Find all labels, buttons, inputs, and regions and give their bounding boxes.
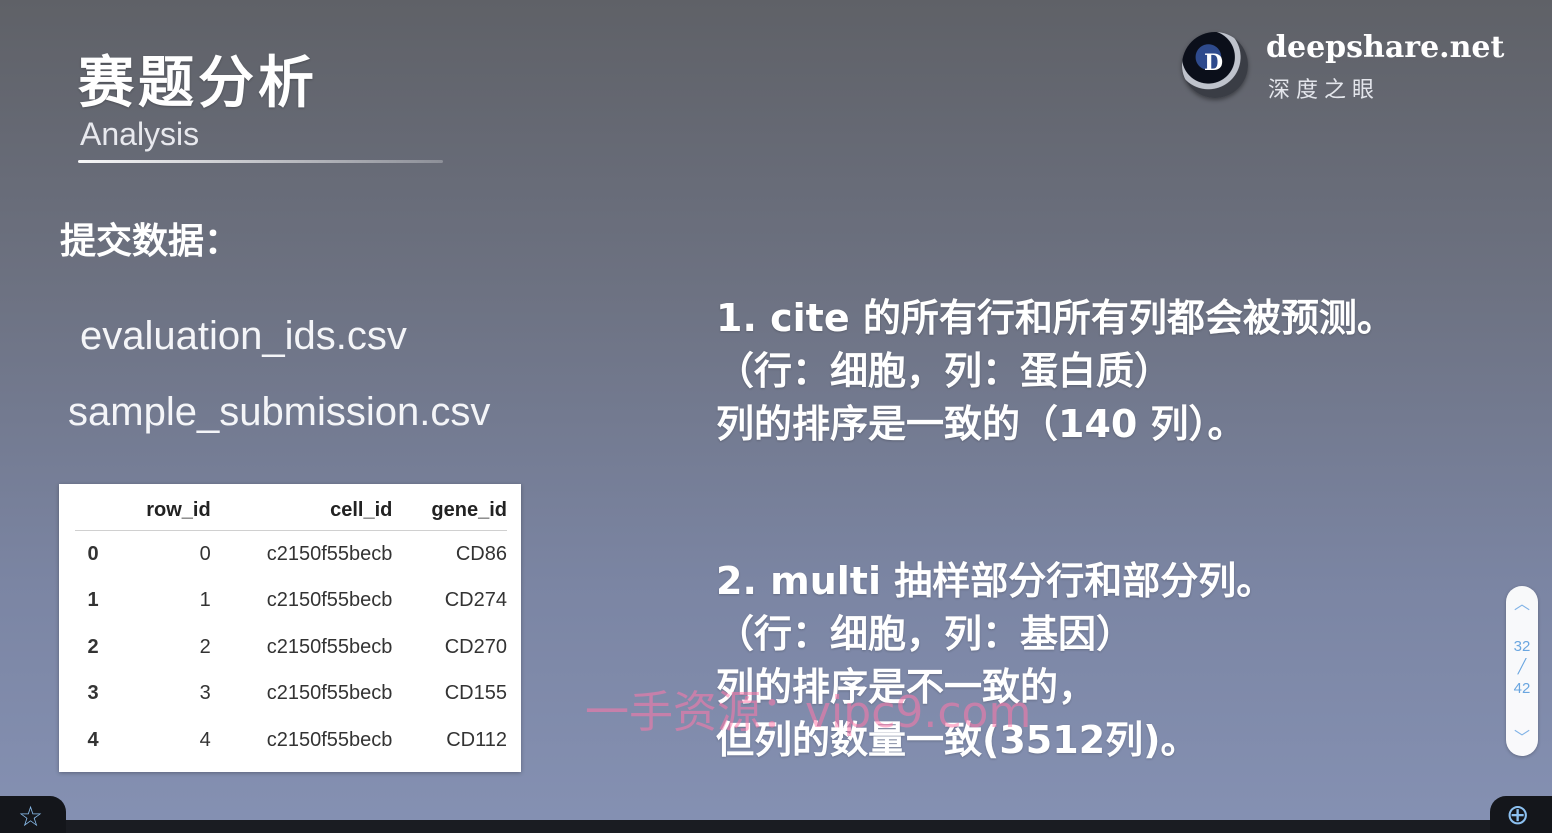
table-row: 2 2 c2150f55becb CD270 — [75, 624, 507, 671]
note-line: 但列的数量一致(3512列)。 — [716, 718, 1199, 762]
column-header: cell_id — [210, 490, 393, 531]
chevron-up-icon[interactable]: ︿ — [1506, 592, 1538, 616]
note-line: 2. multi 抽样部分行和部分列。 — [716, 559, 1275, 603]
note-line: （行：细胞，列：蛋白质） — [716, 349, 1173, 393]
table-cell: CD270 — [444, 635, 507, 658]
current-page: 32 — [1513, 638, 1531, 655]
page-title: 赛题分析 — [78, 51, 318, 116]
column-header: gene_id — [392, 490, 507, 531]
table-cell: CD274 — [444, 589, 507, 612]
table-cell: 3 — [199, 682, 211, 705]
page-navigator: ︿ 32 ╱ 42 ﹀ — [1506, 586, 1538, 756]
row-index: 2 — [87, 635, 99, 658]
table-cell: 1 — [199, 589, 211, 612]
table-cell: CD112 — [446, 728, 507, 751]
table-cell: CD86 — [455, 542, 507, 565]
table-cell: 4 — [199, 728, 211, 751]
notes-panel: 1. cite 的所有行和所有列都会被预测。 （行：细胞，列：蛋白质） 列的排序… — [716, 292, 1496, 767]
note-line: 列的排序是一致的（140 列）。 — [716, 402, 1246, 446]
eye-logo-icon: D — [1182, 32, 1248, 98]
logo-subtitle: 深度之眼 — [1268, 78, 1381, 103]
zoom-in-icon: ⊕ — [1506, 798, 1530, 831]
table-cell: c2150f55becb — [266, 542, 393, 565]
note-line: （行：细胞，列：基因） — [716, 612, 1135, 656]
dataframe-preview: row_id cell_id gene_id 0 0 c2150f55becb … — [59, 484, 521, 772]
logo-name: deepshare.net — [1266, 30, 1505, 65]
table-cell: CD155 — [444, 682, 507, 705]
section-heading: 提交数据： — [60, 221, 241, 262]
file-name: evaluation_ids.csv — [80, 314, 407, 358]
zoom-button[interactable]: ⊕ — [1490, 796, 1552, 833]
table-row: 1 1 c2150f55becb CD274 — [75, 578, 507, 625]
table-row: 3 3 c2150f55becb CD155 — [75, 671, 507, 718]
row-index: 4 — [87, 728, 99, 751]
note-line: 列的排序是不一致的， — [716, 665, 1097, 709]
table-cell: 0 — [199, 542, 211, 565]
table-row: 4 4 c2150f55becb CD112 — [75, 717, 507, 764]
row-index: 1 — [87, 589, 99, 612]
table-header-row: row_id cell_id gene_id — [75, 490, 507, 531]
logo-letter: D — [1204, 50, 1224, 76]
file-name: sample_submission.csv — [68, 390, 491, 434]
table-cell: c2150f55becb — [266, 728, 393, 751]
total-pages: 42 — [1513, 680, 1531, 697]
column-header: row_id — [111, 490, 211, 531]
brand-logo: D deepshare.net 深度之眼 — [1180, 30, 1504, 110]
table-cell: c2150f55becb — [266, 635, 393, 658]
table-cell: 2 — [199, 635, 211, 658]
favorite-button[interactable]: ☆ — [0, 796, 66, 833]
page-separator: ╱ — [1517, 659, 1527, 675]
table-cell: c2150f55becb — [266, 682, 393, 705]
row-index: 0 — [87, 542, 99, 565]
title-underline — [78, 160, 443, 163]
row-index: 3 — [87, 682, 99, 705]
notes-spacer — [716, 451, 1496, 555]
page-subtitle: Analysis — [80, 116, 200, 152]
bottom-bar — [0, 820, 1552, 833]
index-header — [75, 490, 111, 531]
chevron-down-icon[interactable]: ﹀ — [1506, 726, 1538, 750]
dataframe-table: row_id cell_id gene_id 0 0 c2150f55becb … — [75, 490, 507, 764]
table-row: 0 0 c2150f55becb CD86 — [75, 531, 507, 578]
star-icon: ☆ — [18, 800, 44, 833]
table-cell: c2150f55becb — [266, 589, 393, 612]
note-line: 1. cite 的所有行和所有列都会被预测。 — [716, 296, 1395, 340]
